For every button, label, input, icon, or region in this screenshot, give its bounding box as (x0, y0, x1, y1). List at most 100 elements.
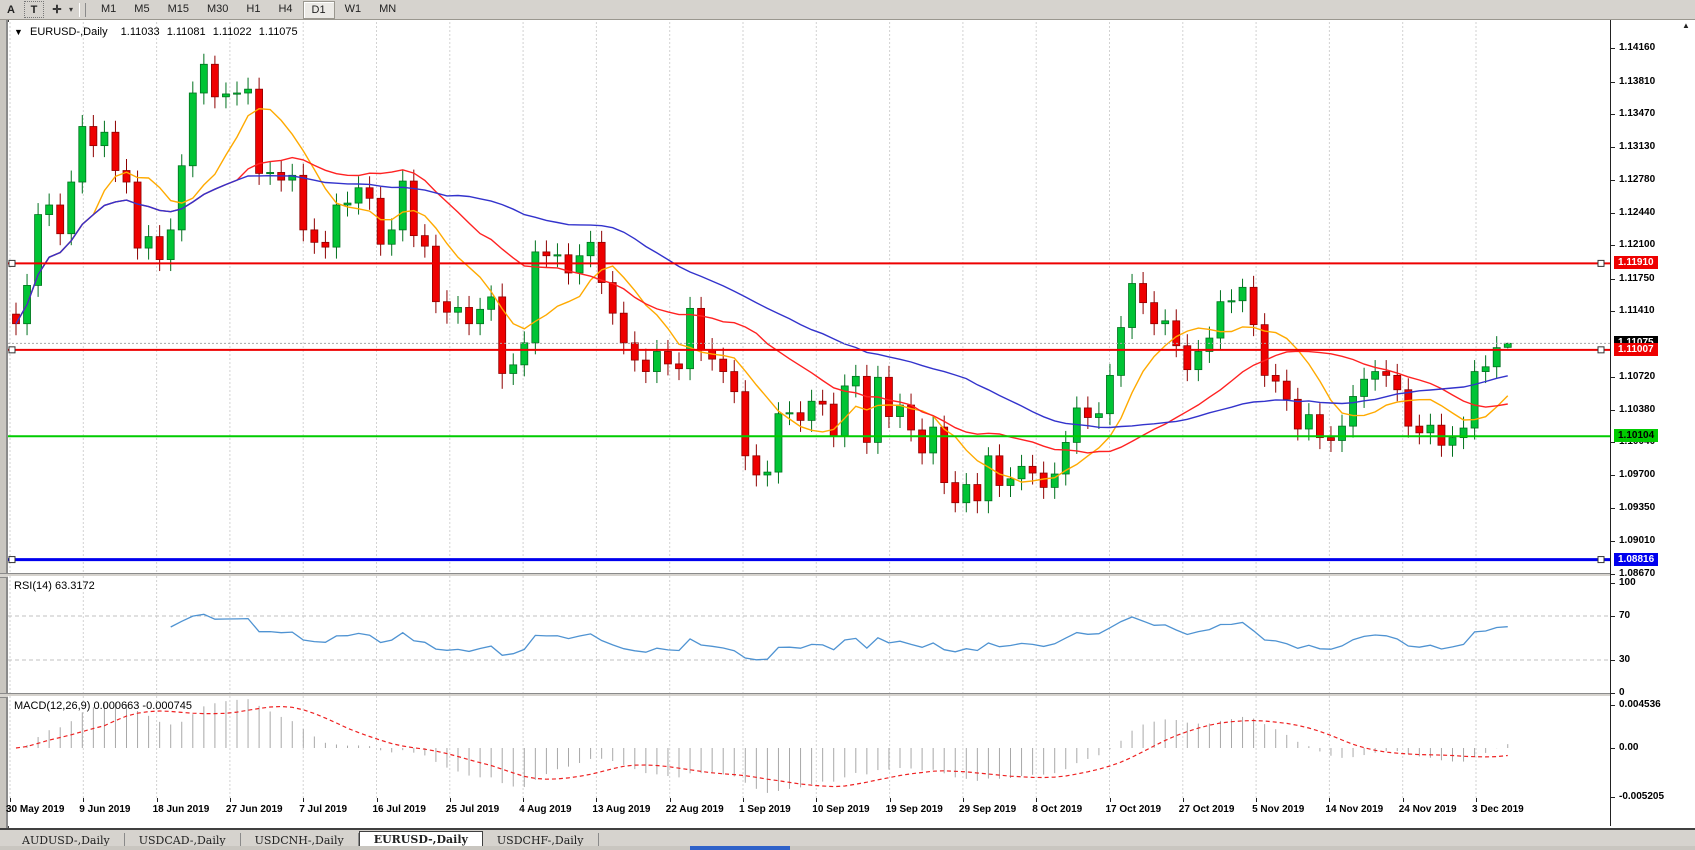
date-label: 18 Jun 2019 (153, 804, 210, 815)
chart-title: ▼ EURUSD-,Daily 1.11033 1.11081 1.11022 … (14, 26, 302, 38)
date-tick-mark (743, 798, 744, 802)
price-tick-label: 1.12440 (1619, 207, 1655, 218)
date-tick-mark (523, 798, 524, 802)
rsi-tick-label: 70 (1619, 610, 1630, 621)
timeframe-button-m15[interactable]: M15 (160, 1, 197, 17)
price-tick-label: 1.12100 (1619, 239, 1655, 250)
price-tick-label: 1.11750 (1619, 273, 1655, 284)
collapse-arrow-icon[interactable]: ▼ (14, 27, 23, 37)
price-tick-label: 1.09010 (1619, 535, 1655, 546)
timeframe-button-mn[interactable]: MN (371, 1, 404, 17)
timeframe-button-w1[interactable]: W1 (337, 1, 370, 17)
date-tick-mark (157, 798, 158, 802)
symbol-period-label: EURUSD-,Daily (30, 26, 108, 38)
date-label: 7 Jul 2019 (299, 804, 347, 815)
date-tick-mark (670, 798, 671, 802)
axis-tick-mark (1611, 147, 1615, 148)
scrollbar-thumb[interactable] (690, 846, 790, 850)
axis-tick-mark (1611, 180, 1615, 181)
cursor-tool-icon[interactable]: ✛ (48, 2, 66, 17)
toolbar: A T ✛ ▾ M1M5M15M30H1H4D1W1MN (0, 0, 1695, 20)
timeframe-button-h4[interactable]: H4 (270, 1, 300, 17)
price-chart-plot[interactable] (8, 22, 1610, 573)
date-tick-mark (377, 798, 378, 802)
date-label: 16 Jul 2019 (373, 804, 426, 815)
cursor-dropdown-caret-icon[interactable]: ▾ (69, 5, 73, 14)
date-tick-mark (1476, 798, 1477, 802)
axis-tick-mark (1611, 311, 1615, 312)
date-tick-mark (303, 798, 304, 802)
date-label: 14 Nov 2019 (1325, 804, 1383, 815)
date-axis[interactable]: 30 May 20199 Jun 201918 Jun 201927 Jun 2… (8, 798, 1610, 826)
date-tick-mark (1403, 798, 1404, 802)
macd-tick-label: 0.00 (1619, 742, 1638, 753)
date-tick-mark (963, 798, 964, 802)
axis-tick-mark (1611, 114, 1615, 115)
date-label: 29 Sep 2019 (959, 804, 1016, 815)
date-label: 27 Jun 2019 (226, 804, 283, 815)
macd-label: MACD(12,26,9) 0.000663 -0.000745 (14, 700, 192, 712)
axis-tick-mark (1611, 574, 1615, 575)
timeframe-button-m5[interactable]: M5 (126, 1, 157, 17)
timeframe-button-m1[interactable]: M1 (93, 1, 124, 17)
macd-panel[interactable] (8, 696, 1610, 798)
rsi-panel[interactable] (8, 576, 1610, 693)
rsi-tick-label: 100 (1619, 577, 1636, 588)
price-tick-label: 1.13470 (1619, 108, 1655, 119)
price-tick-label: 1.09700 (1619, 469, 1655, 480)
date-label: 25 Jul 2019 (446, 804, 499, 815)
price-line-label: 1.08816 (1614, 553, 1658, 566)
price-axis[interactable]: 1.141601.138101.134701.131301.127801.124… (1610, 20, 1695, 826)
axis-tick-mark (1611, 583, 1615, 584)
axis-tick-mark (1611, 693, 1615, 694)
horizontal-scrollbar[interactable] (0, 846, 1695, 850)
axis-tick-mark (1611, 541, 1615, 542)
price-tick-label: 1.11410 (1619, 305, 1655, 316)
date-tick-mark (596, 798, 597, 802)
date-label: 17 Oct 2019 (1106, 804, 1162, 815)
high-value: 1.11081 (167, 26, 206, 38)
price-line-label: 1.11910 (1614, 256, 1658, 269)
axis-tick-mark (1611, 748, 1615, 749)
open-value: 1.11033 (121, 26, 160, 38)
axis-tick-mark (1611, 797, 1615, 798)
timeframe-button-d1[interactable]: D1 (303, 1, 335, 19)
date-label: 13 Aug 2019 (592, 804, 650, 815)
date-label: 4 Aug 2019 (519, 804, 571, 815)
date-tick-mark (450, 798, 451, 802)
axis-tick-mark (1611, 705, 1615, 706)
axis-tick-mark (1611, 48, 1615, 49)
date-tick-mark (1256, 798, 1257, 802)
rsi-tick-label: 0 (1619, 687, 1625, 698)
axis-tick-mark (1611, 377, 1615, 378)
date-tick-mark (1110, 798, 1111, 802)
price-tick-label: 1.09350 (1619, 502, 1655, 513)
timeframe-button-h1[interactable]: H1 (238, 1, 268, 17)
axis-tick-mark (1611, 616, 1615, 617)
date-label: 8 Oct 2019 (1032, 804, 1082, 815)
axis-tick-mark (1611, 410, 1615, 411)
date-tick-mark (1183, 798, 1184, 802)
date-label: 5 Nov 2019 (1252, 804, 1304, 815)
axis-tick-mark (1611, 213, 1615, 214)
text-tool-icon[interactable]: T (24, 1, 44, 18)
date-label: 22 Aug 2019 (666, 804, 724, 815)
date-label: 24 Nov 2019 (1399, 804, 1457, 815)
toolbar-separator (79, 3, 86, 17)
date-label: 3 Dec 2019 (1472, 804, 1524, 815)
axis-tick-mark (1611, 442, 1615, 443)
axis-tick-mark (1611, 82, 1615, 83)
timeframe-button-m30[interactable]: M30 (199, 1, 236, 17)
close-value: 1.11075 (259, 26, 298, 38)
price-tick-label: 1.10380 (1619, 404, 1655, 415)
axis-tick-mark (1611, 508, 1615, 509)
low-value: 1.11022 (213, 26, 252, 38)
arrow-tool-icon[interactable]: A (2, 2, 20, 17)
timeframe-bar: M1M5M15M30H1H4D1W1MN (92, 1, 405, 19)
axis-tick-mark (1611, 475, 1615, 476)
date-tick-mark (10, 798, 11, 802)
date-tick-mark (816, 798, 817, 802)
axis-tick-mark (1611, 245, 1615, 246)
axis-tick-mark (1611, 279, 1615, 280)
date-label: 30 May 2019 (6, 804, 64, 815)
